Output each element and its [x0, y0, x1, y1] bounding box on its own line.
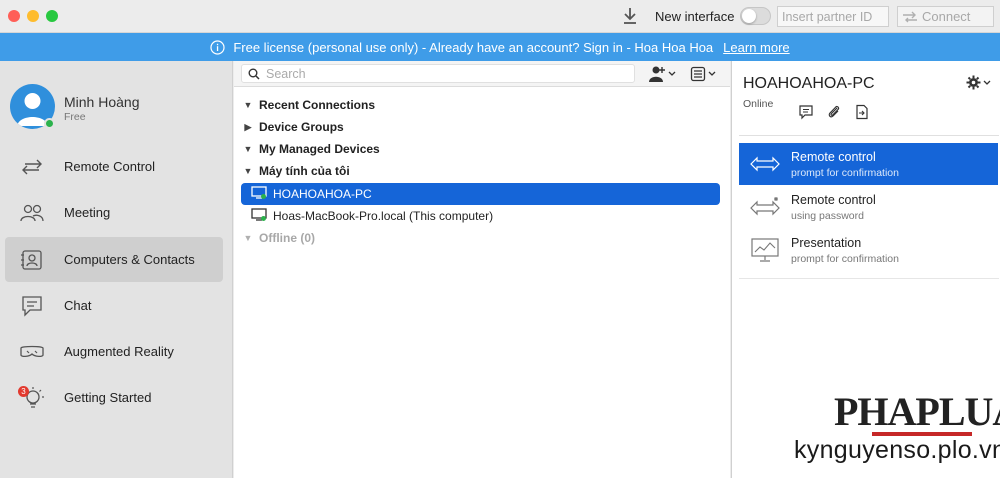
- presentation-option[interactable]: Presentation prompt for confirmation: [739, 229, 998, 271]
- sidebar-item-label: Chat: [64, 298, 92, 313]
- device-settings-button[interactable]: [966, 75, 991, 90]
- partner-id-input[interactable]: Insert partner ID: [777, 6, 889, 27]
- monitor-icon: [251, 186, 269, 202]
- add-contact-button[interactable]: [648, 65, 676, 83]
- sidebar-item-augmented-reality[interactable]: Augmented Reality: [5, 329, 223, 374]
- sidebar-item-meeting[interactable]: Meeting: [5, 190, 223, 235]
- sidebar-item-label: Meeting: [64, 205, 111, 220]
- sidebar-item-label: Remote Control: [64, 159, 156, 174]
- connect-arrows-icon: [903, 11, 917, 22]
- group-device-groups[interactable]: ▶ Device Groups: [241, 116, 721, 138]
- chevron-down-icon: [708, 71, 716, 76]
- file-transfer-icon[interactable]: [854, 104, 870, 120]
- option-title: Remote control: [791, 192, 876, 207]
- device-name: HOAHOAHOA-PC: [743, 75, 875, 92]
- chevron-down-icon[interactable]: ▼: [241, 100, 255, 110]
- notification-badge: 3: [18, 386, 29, 397]
- divider: [739, 135, 999, 136]
- sidebar-item-getting-started[interactable]: Getting Started: [5, 375, 223, 420]
- search-input[interactable]: Search: [241, 64, 635, 83]
- contacts-icon: [21, 249, 42, 270]
- watermark-logo: PHAPLUAT: [834, 389, 1000, 434]
- learn-more-link[interactable]: Learn more: [723, 40, 789, 55]
- add-contact-icon: [649, 66, 665, 82]
- paperclip-icon[interactable]: [826, 104, 842, 120]
- option-title: Remote control: [791, 149, 876, 164]
- chat-icon: [22, 295, 42, 317]
- zoom-window-button[interactable]: [46, 10, 58, 22]
- chevron-down-icon[interactable]: ▼: [241, 166, 255, 176]
- title-bar: New interface Insert partner ID Connect: [0, 0, 1000, 33]
- toggle-knob: [742, 9, 756, 23]
- device-row-macbook[interactable]: Hoas-MacBook-Pro.local (This computer): [241, 205, 721, 227]
- group-label: Device Groups: [259, 120, 344, 134]
- sidebar-item-label: Getting Started: [64, 390, 152, 405]
- remote-control-confirm-option[interactable]: Remote control prompt for confirmation: [739, 143, 998, 185]
- sidebar-item-computers-contacts[interactable]: Computers & Contacts: [5, 237, 223, 282]
- view-options-button[interactable]: [690, 65, 716, 83]
- chevron-down-icon: [983, 80, 991, 85]
- list-view-icon: [690, 66, 706, 82]
- new-interface-label: New interface: [655, 9, 735, 24]
- sidebar-item-label: Computers & Contacts: [64, 252, 195, 267]
- group-label: Recent Connections: [259, 98, 376, 112]
- presentation-icon: [751, 238, 779, 262]
- chevron-down-icon[interactable]: ▼: [241, 144, 255, 154]
- online-status-dot: [44, 118, 55, 129]
- option-subtitle: prompt for confirmation: [791, 252, 899, 265]
- user-plan: Free: [64, 111, 86, 123]
- device-row-hoahoahoa-pc[interactable]: HOAHOAHOA-PC: [241, 183, 720, 205]
- license-banner: Free license (personal use only) - Alrea…: [0, 33, 1000, 61]
- option-subtitle: using password: [791, 209, 864, 222]
- online-status-dot: [261, 194, 266, 199]
- group-recent-connections[interactable]: ▼ Recent Connections: [241, 94, 721, 116]
- computers-list-pane: Search ▼ Recent Connections ▶ Device Gro…: [234, 61, 730, 478]
- watermark-site: kynguyenso.plo.vn: [794, 436, 1000, 464]
- info-icon: [210, 39, 225, 55]
- search-bar: Search: [234, 61, 730, 87]
- remote-control-password-icon: [750, 197, 780, 216]
- banner-text: Free license (personal use only) - Alrea…: [233, 39, 714, 55]
- option-subtitle: prompt for confirmation: [791, 166, 899, 179]
- sidebar: Minh Hoàng Free Remote Control Meeting C…: [0, 61, 233, 478]
- monitor-icon: [251, 208, 269, 224]
- remote-control-password-option[interactable]: Remote control using password: [739, 186, 998, 228]
- meeting-icon: [20, 204, 44, 221]
- divider: [739, 278, 999, 279]
- device-quick-actions: [798, 104, 870, 120]
- new-interface-toggle[interactable]: [740, 7, 771, 25]
- minimize-window-button[interactable]: [27, 10, 39, 22]
- option-title: Presentation: [791, 235, 862, 250]
- group-my-computers[interactable]: ▼ Máy tính của tôi: [241, 160, 721, 182]
- search-icon: [248, 68, 260, 80]
- chevron-down-icon: [668, 71, 676, 76]
- chat-icon[interactable]: [798, 104, 814, 120]
- group-label: Máy tính của tôi: [259, 164, 350, 178]
- group-label: Offline (0): [259, 231, 315, 245]
- sidebar-item-chat[interactable]: Chat: [5, 283, 223, 328]
- search-placeholder: Search: [266, 66, 306, 81]
- close-window-button[interactable]: [8, 10, 20, 22]
- user-name: Minh Hoàng: [64, 94, 140, 110]
- chevron-down-icon[interactable]: ▼: [241, 233, 255, 243]
- device-label: HOAHOAHOA-PC: [273, 187, 372, 201]
- ar-goggles-icon: [20, 345, 44, 357]
- group-offline[interactable]: ▼ Offline (0): [241, 227, 721, 249]
- device-label: Hoas-MacBook-Pro.local (This computer): [273, 209, 494, 223]
- connect-label: Connect: [922, 9, 971, 24]
- connect-button[interactable]: Connect: [897, 6, 994, 27]
- group-label: My Managed Devices: [259, 142, 380, 156]
- group-my-managed-devices[interactable]: ▼ My Managed Devices: [241, 138, 721, 160]
- chevron-right-icon[interactable]: ▶: [241, 122, 255, 133]
- remote-control-icon: [22, 159, 42, 174]
- device-status: Online: [743, 98, 774, 110]
- download-icon[interactable]: [622, 7, 638, 25]
- gear-icon: [966, 75, 981, 90]
- partner-id-placeholder: Insert partner ID: [782, 10, 873, 24]
- sidebar-item-label: Augmented Reality: [64, 344, 174, 359]
- online-status-dot: [261, 216, 266, 221]
- sidebar-item-remote-control[interactable]: Remote Control: [5, 144, 223, 189]
- remote-control-icon: [750, 156, 780, 172]
